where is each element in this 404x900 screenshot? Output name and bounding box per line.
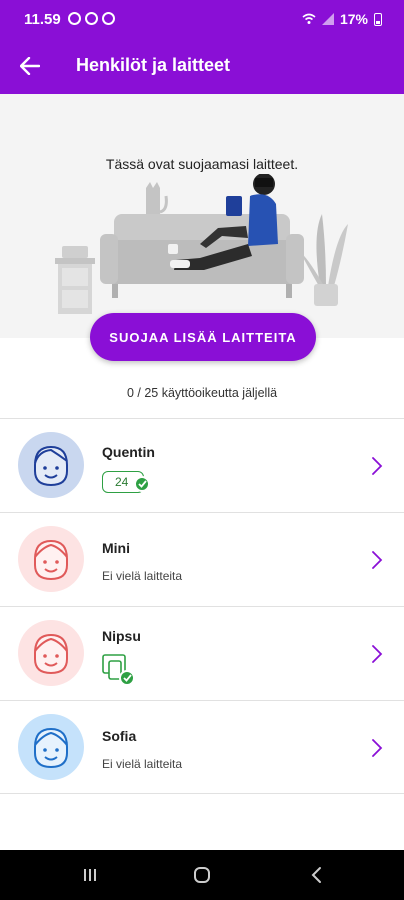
person-name: Quentin — [102, 444, 155, 460]
whatsapp-icon — [68, 12, 81, 25]
device-count: 24 — [115, 475, 129, 489]
recent-apps-button[interactable] — [70, 863, 110, 887]
status-bar: 11.59 17% — [0, 0, 404, 38]
avatar — [18, 432, 84, 498]
sofa-illustration — [55, 174, 348, 314]
system-back-button[interactable] — [296, 863, 336, 887]
avatar — [18, 620, 84, 686]
page-title: Henkilöt ja laitteet — [76, 55, 231, 75]
arrow-left-icon — [20, 57, 40, 75]
person-row-mini[interactable]: Mini Ei vielä laitteita — [0, 512, 404, 606]
person-row-nipsu[interactable]: Nipsu — [0, 606, 404, 700]
recent-apps-icon — [84, 869, 96, 881]
chevron-right-icon — [372, 739, 383, 757]
home-button[interactable] — [182, 863, 222, 887]
people-list: Quentin 24 Mini Ei vielä laitteita Nipsu… — [0, 418, 404, 794]
chevron-right-icon — [372, 551, 383, 569]
face-icon — [34, 633, 68, 675]
person-row-quentin[interactable]: Quentin 24 — [0, 418, 404, 512]
shield-icon — [102, 12, 115, 25]
chevron-right-icon — [372, 457, 383, 475]
back-icon — [311, 867, 321, 883]
protect-more-devices-button[interactable]: SUOJAA LISÄÄ LAITTEITA — [90, 313, 316, 361]
avatar — [18, 714, 84, 780]
back-button[interactable] — [16, 52, 44, 80]
status-time: 11.59 — [24, 11, 61, 28]
person-name: Nipsu — [102, 628, 141, 644]
system-icons: 17% — [302, 11, 382, 27]
check-icon — [119, 670, 135, 686]
person-name: Mini — [102, 540, 130, 556]
licenses-remaining: 0 / 25 käyttöoikeutta jäljellä — [126, 386, 278, 400]
notification-icons — [68, 12, 115, 25]
person-status: Ei vielä laitteita — [102, 757, 183, 771]
wifi-icon — [302, 13, 316, 24]
face-icon — [34, 727, 68, 769]
face-icon — [34, 445, 68, 487]
signal-icon — [321, 13, 334, 25]
check-icon — [134, 476, 150, 492]
hero-section: Tässä ovat suojaamasi laitteet. — [0, 94, 404, 338]
hero-text: Tässä ovat suojaamasi laitteet. — [105, 156, 299, 172]
app-bar: Henkilöt ja laitteet — [0, 38, 404, 94]
chevron-right-icon — [372, 645, 383, 663]
battery-percent: 17% — [339, 11, 368, 27]
home-icon — [194, 867, 210, 883]
face-icon — [34, 539, 68, 581]
avatar — [18, 526, 84, 592]
shield-icon — [85, 12, 98, 25]
person-row-sofia[interactable]: Sofia Ei vielä laitteita — [0, 700, 404, 794]
battery-icon — [374, 12, 382, 26]
person-name: Sofia — [102, 728, 137, 744]
system-nav-bar — [0, 850, 404, 900]
person-status: Ei vielä laitteita — [102, 569, 183, 583]
